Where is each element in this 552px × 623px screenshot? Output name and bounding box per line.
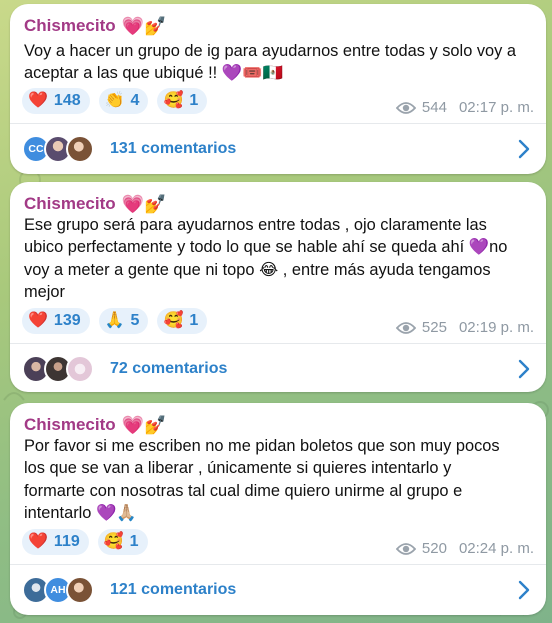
reaction-heart[interactable]: ❤️ 139 (22, 308, 90, 334)
message-meta: 525 02:19 p. m. (395, 319, 534, 336)
channel-feed: Chismecito 💗💅 Voy a hacer un grupo de ig… (0, 0, 552, 623)
reaction-clap[interactable]: 👏 4 (98, 88, 149, 114)
message-card: Chismecito 💗💅 Ese grupo será para ayudar… (10, 182, 546, 392)
author-emojis: 💗💅 (121, 16, 167, 36)
avatar (66, 576, 94, 604)
message-line: aceptar a las que ubiqué !! 💜🎟️🇲🇽 (24, 64, 283, 83)
reaction-heart[interactable]: ❤️ 119 (22, 529, 89, 555)
author-label: Chismecito (24, 415, 116, 434)
chevron-right-icon[interactable] (518, 359, 530, 379)
smiling-hearts-icon: 🥰 (163, 312, 184, 329)
chevron-right-icon[interactable] (518, 139, 530, 159)
message-line: intentarlo 💜🙏🏼 (24, 503, 137, 522)
author-name[interactable]: Chismecito 💗💅 (24, 194, 166, 214)
reaction-count: 139 (53, 312, 81, 329)
timestamp: 02:17 p. m. (458, 99, 534, 116)
message-line: los que se van a liberar , únicamente si… (24, 459, 452, 478)
message-text: Por favor si me escriben no me pidan bol… (24, 435, 532, 524)
message-card: Chismecito 💗💅 Voy a hacer un grupo de ig… (10, 4, 546, 174)
author-name[interactable]: Chismecito 💗💅 (24, 16, 166, 36)
comments-link[interactable]: 121 comentarios (110, 581, 236, 599)
reaction-heart[interactable]: ❤️ 148 (22, 88, 90, 114)
reaction-count: 1 (129, 533, 139, 550)
message-line: voy a meter a gente que ni topo 😂 , entr… (24, 260, 491, 279)
reaction-count: 1 (189, 92, 199, 109)
smiling-hearts-icon: 🥰 (103, 533, 124, 550)
commenter-avatars (22, 355, 94, 383)
message-text: Voy a hacer un grupo de ig para ayudarno… (24, 40, 532, 85)
timestamp: 02:19 p. m. (458, 319, 534, 336)
view-count: 525 (421, 319, 447, 336)
view-count: 544 (421, 99, 447, 116)
author-emojis: 💗💅 (121, 415, 167, 435)
comments-link[interactable]: 72 comentarios (110, 360, 227, 378)
reaction-pray[interactable]: 🙏 5 (98, 308, 149, 334)
heart-icon: ❤️ (28, 533, 48, 550)
reaction-count: 119 (53, 533, 80, 550)
timestamp: 02:24 p. m. (458, 540, 534, 557)
message-line: Ese grupo será para ayudarnos entre toda… (24, 216, 487, 234)
chevron-right-icon[interactable] (518, 580, 530, 600)
smiling-hearts-icon: 🥰 (163, 92, 184, 109)
reaction-smiling-hearts[interactable]: 🥰 1 (97, 529, 148, 555)
eye-icon (395, 101, 416, 114)
comments-row[interactable]: AH 121 comentarios (10, 565, 546, 615)
commenter-avatars: CC (22, 135, 94, 163)
comments-link[interactable]: 131 comentarios (110, 140, 236, 158)
message-card: Chismecito 💗💅 Por favor si me escriben n… (10, 403, 546, 615)
commenter-avatars: AH (22, 576, 94, 604)
reaction-smiling-hearts[interactable]: 🥰 1 (157, 88, 208, 114)
message-meta: 544 02:17 p. m. (395, 99, 534, 116)
eye-icon (395, 321, 416, 334)
comments-row[interactable]: 72 comentarios (10, 344, 546, 392)
message-text: Ese grupo será para ayudarnos entre toda… (24, 214, 532, 303)
message-line: ubico perfectamente y todo lo que se hab… (24, 238, 508, 257)
author-label: Chismecito (24, 16, 116, 35)
heart-icon: ❤️ (28, 312, 48, 329)
message-line: Voy a hacer un grupo de ig para ayudarno… (24, 42, 517, 60)
pray-icon: 🙏 (104, 312, 125, 329)
avatar (66, 355, 94, 383)
reaction-count: 5 (130, 312, 140, 329)
author-name[interactable]: Chismecito 💗💅 (24, 415, 166, 435)
avatar (66, 135, 94, 163)
message-line: Por favor si me escriben no me pidan bol… (24, 437, 500, 455)
reactions-bar: ❤️ 148 👏 4 🥰 1 (22, 88, 208, 114)
message-meta: 520 02:24 p. m. (395, 540, 534, 557)
eye-icon (395, 542, 416, 555)
reactions-bar: ❤️ 139 🙏 5 🥰 1 (22, 308, 208, 334)
view-count: 520 (421, 540, 447, 557)
clap-icon: 👏 (104, 92, 125, 109)
heart-icon: ❤️ (28, 92, 48, 109)
author-emojis: 💗💅 (121, 194, 167, 214)
reaction-count: 1 (189, 312, 199, 329)
reaction-count: 148 (53, 92, 81, 109)
comments-row[interactable]: CC 131 comentarios (10, 124, 546, 174)
reaction-smiling-hearts[interactable]: 🥰 1 (157, 308, 208, 334)
message-line: formarte con nosotras tal cual dime quie… (24, 481, 463, 500)
reaction-count: 4 (130, 92, 140, 109)
author-label: Chismecito (24, 194, 116, 213)
reactions-bar: ❤️ 119 🥰 1 (22, 529, 148, 555)
message-line: mejor (24, 282, 65, 301)
